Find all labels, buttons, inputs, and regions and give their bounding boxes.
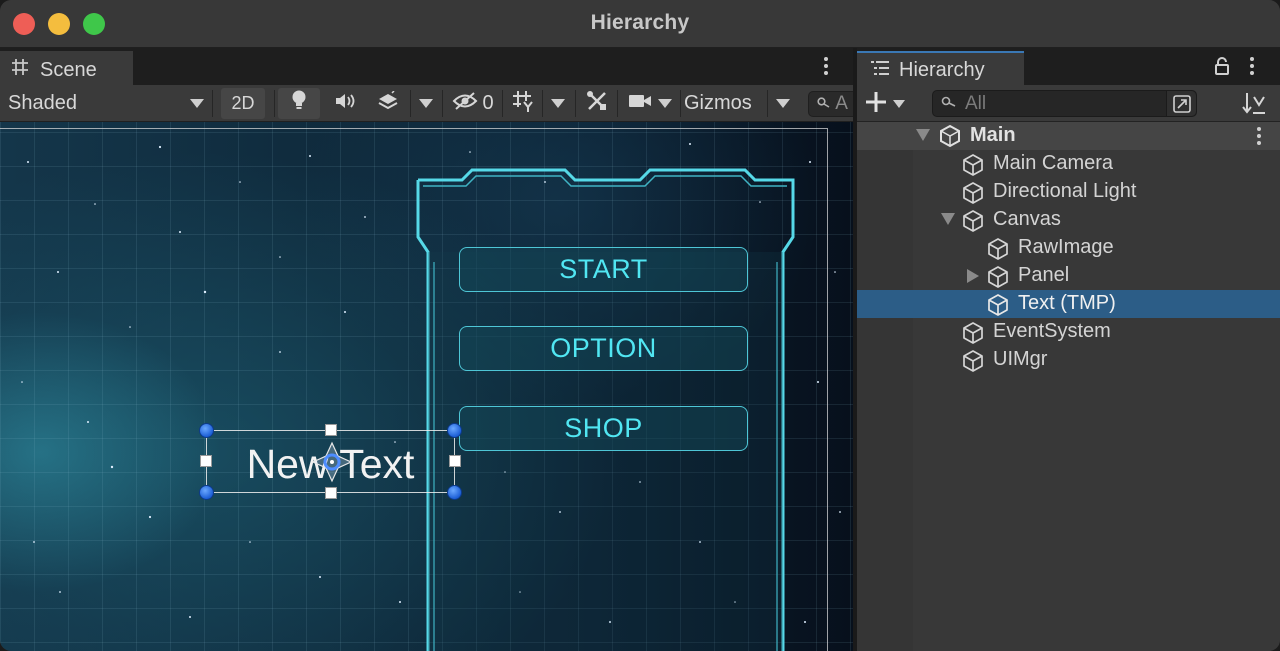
snap-grid-icon [512, 90, 536, 118]
scene-row-main[interactable]: Main [857, 122, 1280, 150]
gameobject-cube-icon [961, 349, 985, 378]
scene-viewport[interactable]: START OPTION SHOP New Text [0, 122, 853, 651]
list-icon [870, 60, 890, 81]
hierarchy-item-directional-light[interactable]: Directional Light [857, 178, 1280, 206]
kebab-icon[interactable] [1248, 56, 1256, 80]
lightbulb-icon [291, 90, 307, 117]
hierarchy-item-uimgr[interactable]: UIMgr [857, 346, 1280, 374]
search-placeholder: All [965, 93, 987, 114]
search-icon [817, 92, 831, 116]
kebab-icon[interactable] [822, 56, 830, 80]
fold-arrow-icon[interactable] [916, 129, 930, 141]
item-label: RawImage [1018, 236, 1114, 258]
scene-search-text: A [835, 93, 848, 115]
layers-icon [376, 89, 400, 117]
visibility-icon [452, 91, 478, 117]
grid-icon [11, 58, 29, 82]
hierarchy-item-canvas[interactable]: Canvas [857, 206, 1280, 234]
scene-visibility-toggle[interactable]: 0 [446, 85, 500, 122]
hierarchy-item-panel[interactable]: Panel [857, 262, 1280, 290]
hierarchy-tab-bar: Hierarchy [857, 48, 1280, 85]
camera-icon [628, 92, 652, 115]
item-label: Main Camera [993, 152, 1114, 174]
edge-handle-right[interactable] [449, 455, 461, 467]
plus-icon [865, 88, 887, 120]
window-title: Hierarchy [590, 11, 690, 34]
item-label: Panel [1018, 264, 1070, 286]
chevron-down-icon [551, 99, 565, 108]
gizmos-dropdown[interactable] [769, 85, 797, 122]
hierarchy-item-eventsystem[interactable]: EventSystem [857, 318, 1280, 346]
shop-button[interactable]: SHOP [459, 406, 748, 451]
scene-tab-bar: Scene [0, 48, 853, 85]
selected-text-object[interactable]: New Text [199, 423, 462, 500]
fold-arrow-icon[interactable] [941, 213, 955, 225]
gizmos-button[interactable]: Gizmos [684, 85, 764, 122]
item-label: Directional Light [993, 180, 1137, 202]
tools-icon [586, 90, 608, 118]
hierarchy-toolbar: All [857, 85, 1280, 122]
search-icon [941, 96, 957, 115]
corner-handle-bottom-right[interactable] [447, 485, 462, 500]
scene-name: Main [970, 124, 1016, 146]
edge-handle-top[interactable] [325, 424, 337, 436]
camera-dropdown[interactable] [652, 85, 678, 122]
scene-toolbar: Shaded 2D 0 Gizmos A [0, 85, 853, 122]
search-by-type-button[interactable] [1166, 91, 1196, 116]
grid-dropdown[interactable] [544, 85, 572, 122]
tab-scene[interactable]: Scene [0, 51, 133, 85]
edge-handle-bottom[interactable] [325, 487, 337, 499]
shading-mode-dropdown[interactable]: Shaded [8, 85, 208, 122]
hierarchy-item-main-camera[interactable]: Main Camera [857, 150, 1280, 178]
option-button[interactable]: OPTION [459, 326, 748, 371]
hidden-count: 0 [482, 92, 494, 114]
item-label: Canvas [993, 208, 1061, 230]
effects-dropdown[interactable] [412, 85, 440, 122]
hierarchy-search-input[interactable]: All [932, 90, 1197, 117]
unity-scene-icon [938, 124, 962, 153]
hierarchy-tree: Main Main Camera Directional Light Canva… [857, 122, 1280, 651]
item-label: Text (TMP) [1018, 292, 1116, 314]
fold-arrow-icon[interactable] [967, 269, 979, 283]
gizmos-label: Gizmos [684, 92, 752, 114]
scene-search-input[interactable]: A [808, 91, 853, 117]
chevron-down-icon [893, 99, 905, 108]
canvas-bounds [0, 128, 828, 651]
lighting-toggle[interactable] [278, 88, 320, 119]
grid-snapping-toggle[interactable] [506, 85, 542, 122]
edge-handle-left[interactable] [200, 455, 212, 467]
hierarchy-item-text-tmp[interactable]: Text (TMP) [857, 290, 1280, 318]
component-tools-button[interactable] [578, 85, 616, 122]
title-bar: Hierarchy [0, 0, 1280, 48]
chevron-down-icon [190, 99, 204, 108]
effects-toggle[interactable] [369, 85, 407, 122]
lock-icon[interactable] [1214, 57, 1230, 80]
corner-handle-bottom-left[interactable] [199, 485, 214, 500]
pivot-handle[interactable] [311, 441, 353, 483]
sort-icon[interactable] [1240, 91, 1266, 120]
item-label: EventSystem [993, 320, 1111, 342]
editor-window: Hierarchy Scene Shaded 2D 0 Gizmos A STA… [0, 0, 1280, 651]
chevron-down-icon [419, 99, 433, 108]
scene-tab-label: Scene [40, 59, 97, 81]
speaker-icon [334, 92, 356, 116]
corner-handle-top-right[interactable] [447, 423, 462, 438]
chevron-down-icon [776, 99, 790, 108]
hierarchy-item-rawimage[interactable]: RawImage [857, 234, 1280, 262]
mode-2d-toggle[interactable]: 2D [221, 88, 265, 119]
shading-mode-value: Shaded [8, 92, 77, 114]
audio-toggle[interactable] [324, 85, 366, 122]
start-button[interactable]: START [459, 247, 748, 292]
item-label: UIMgr [993, 348, 1048, 370]
tab-hierarchy[interactable]: Hierarchy [857, 51, 1024, 85]
corner-handle-top-left[interactable] [199, 423, 214, 438]
hierarchy-tab-label: Hierarchy [899, 59, 985, 81]
chevron-down-icon [658, 99, 672, 108]
add-object-button[interactable] [865, 89, 915, 118]
mode-2d-label: 2D [231, 93, 255, 113]
kebab-icon[interactable] [1255, 126, 1263, 151]
